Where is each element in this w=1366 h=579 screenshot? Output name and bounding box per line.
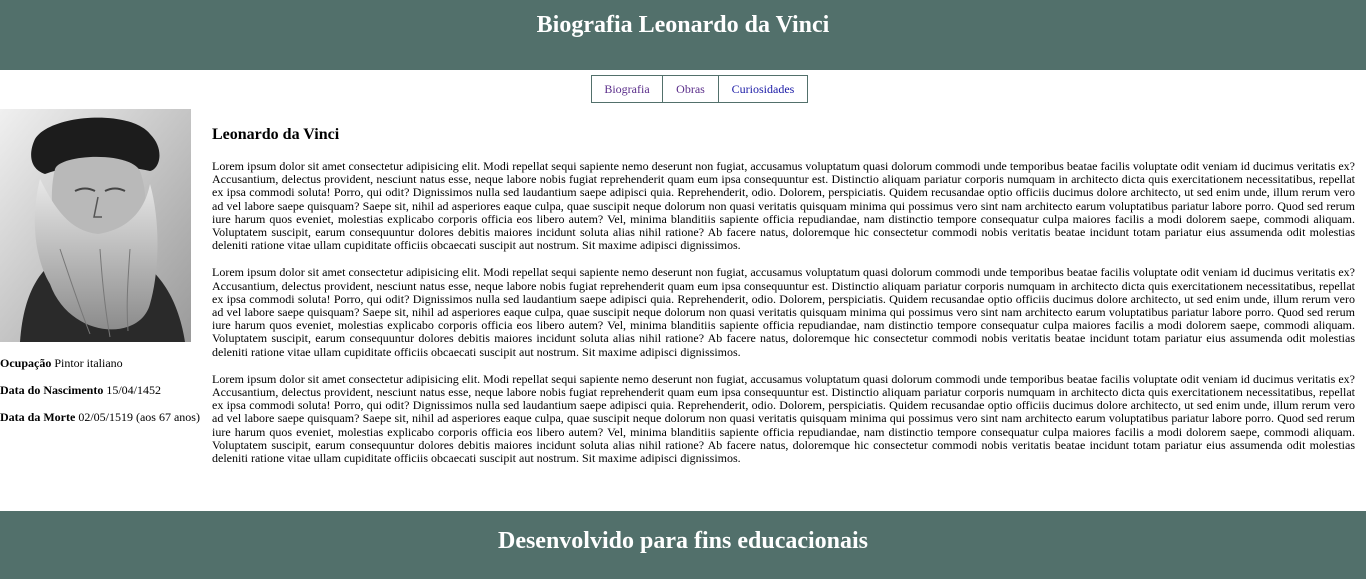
biography-content: Leonardo da Vinci Lorem ipsum dolor sit …	[212, 124, 1355, 479]
fact-birth-date: Data do Nascimento 15/04/1452	[0, 382, 205, 398]
fact-death-date: Data da Morte 02/05/1519 (aos 67 anos)	[0, 409, 205, 425]
fact-label: Ocupação	[0, 356, 52, 370]
fact-value: Pintor italiano	[51, 356, 123, 370]
fact-value: 15/04/1452	[103, 383, 161, 397]
biography-heading: Leonardo da Vinci	[212, 126, 340, 143]
fact-value: 02/05/1519 (aos 67 anos)	[75, 410, 200, 424]
biography-paragraph: Lorem ipsum dolor sit amet consectetur a…	[212, 265, 1355, 359]
nav-link-obras[interactable]: Obras	[662, 75, 719, 103]
fact-label: Data da Morte	[0, 410, 76, 424]
page-title: Biografia Leonardo da Vinci	[536, 12, 830, 38]
nav-link-biografia[interactable]: Biografia	[591, 75, 663, 103]
biography-paragraph: Lorem ipsum dolor sit amet consectetur a…	[212, 159, 1355, 253]
fact-occupation: Ocupação Pintor italiano	[0, 355, 205, 371]
profile-facts: Ocupação Pintor italiano Data do Nascime…	[0, 355, 205, 425]
fact-label: Data do Nascimento	[0, 383, 104, 397]
nav-link-curiosidades[interactable]: Curiosidades	[718, 75, 808, 103]
main-nav: Biografia Obras Curiosidades	[591, 75, 808, 103]
footer-text: Desenvolvido para fins educacionais	[497, 528, 869, 554]
profile-sidebar: Ocupação Pintor italiano Data do Nascime…	[0, 109, 205, 436]
site-header: Biografia Leonardo da Vinci	[0, 0, 1366, 70]
biography-paragraph: Lorem ipsum dolor sit amet consectetur a…	[212, 371, 1355, 466]
site-footer: Desenvolvido para fins educacionais	[0, 511, 1366, 579]
portrait-image	[0, 109, 191, 342]
